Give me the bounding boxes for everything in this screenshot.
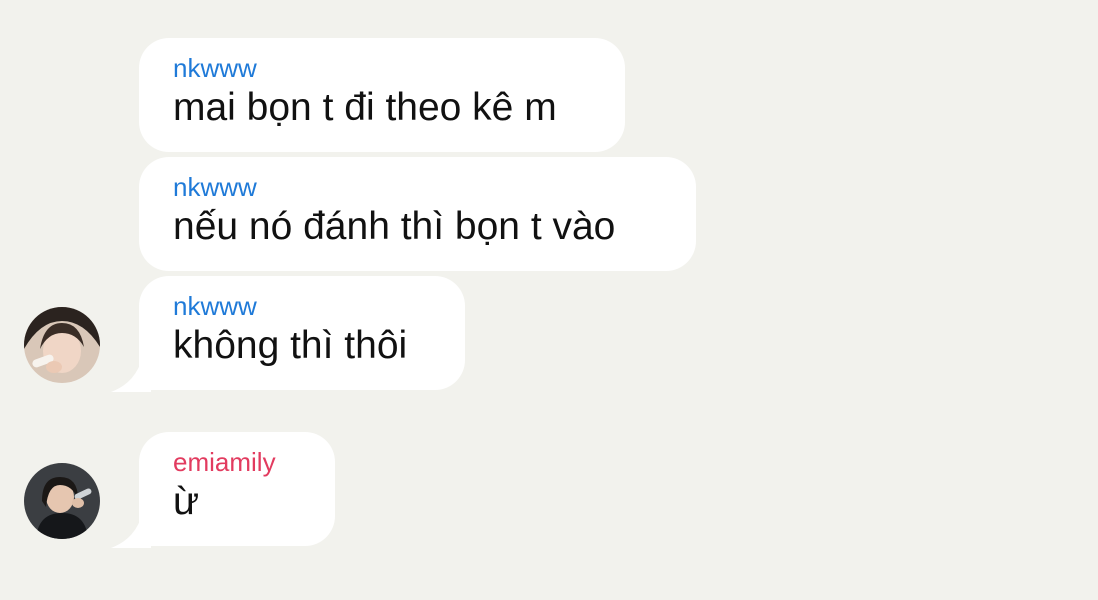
message-text: nếu nó đánh thì bọn t vào — [173, 205, 616, 248]
message-bubble[interactable]: nkwww không thì thôi — [111, 276, 465, 392]
message-text: mai bọn t đi theo kê m — [173, 86, 557, 129]
bubble-tail — [111, 518, 151, 548]
sender-name[interactable]: nkwww — [173, 171, 662, 203]
avatar-nkwww[interactable] — [24, 307, 100, 383]
sender-name[interactable]: nkwww — [173, 52, 591, 84]
sender-name[interactable]: emiamily — [173, 446, 301, 478]
message-bubble[interactable]: emiamily ừ — [111, 432, 335, 548]
message-bubble[interactable]: nkwww nếu nó đánh thì bọn t vào — [139, 157, 696, 271]
sender-name[interactable]: nkwww — [173, 290, 431, 322]
message-text: không thì thôi — [173, 324, 408, 367]
avatar-emiamily[interactable] — [24, 463, 100, 539]
bubble-tail — [111, 362, 151, 392]
message-bubble[interactable]: nkwww mai bọn t đi theo kê m — [139, 38, 625, 152]
message-text: ừ — [173, 480, 200, 523]
